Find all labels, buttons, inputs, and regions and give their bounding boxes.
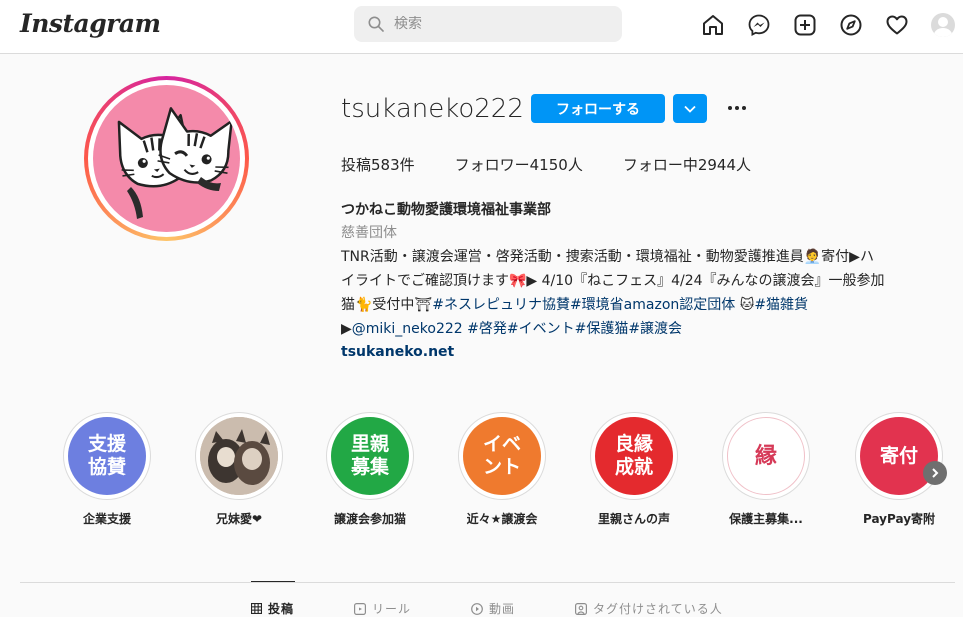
highlight-label: 近々★譲渡会 xyxy=(466,512,538,526)
bio-hashtag[interactable]: #猫雑貨 xyxy=(754,297,808,313)
cats-photo-cover xyxy=(200,417,278,495)
cat-logo-image xyxy=(93,85,240,232)
bio-mentions-hashtags[interactable]: @miki_neko222 #啓発#イベント#保護猫#譲渡会 xyxy=(352,321,682,337)
highlight-label: 譲渡会参加猫 xyxy=(333,512,406,526)
chevron-right-icon xyxy=(932,468,939,478)
highlight-cover: 縁 xyxy=(727,417,805,495)
highlight-cover: イベ ント xyxy=(463,417,541,495)
tab-posts[interactable]: 投稿 xyxy=(251,600,294,617)
profile-bio: TNR活動・譲渡会運営・啓発活動・捜索活動・環境福祉・動物愛護推進員🧑‍💼寄付▶… xyxy=(341,245,959,341)
highlight-label: 兄妹愛❤ xyxy=(215,512,263,526)
highlight-item[interactable]: 良縁 成就 里親さんの声 xyxy=(589,412,679,527)
bio-text-segment: 猫🐈受付中⛩ xyxy=(341,297,433,313)
profile-tabs: 投稿 リール 動画 タグ付けされている人 xyxy=(251,600,783,617)
highlight-cover: 寄付 xyxy=(860,417,938,495)
highlight-item[interactable]: 縁 保護主募集... xyxy=(721,412,811,527)
highlight-cover: 里親 募集 xyxy=(331,417,409,495)
video-icon xyxy=(471,602,483,615)
bio-text-segment: 🐱 xyxy=(735,297,755,313)
profile-stats: 投稿583件 フォロワー4150人 フォロー中2944人 xyxy=(341,154,791,175)
profile-category: 慈善団体 xyxy=(341,225,397,241)
posts-count: 投稿583件 xyxy=(341,156,415,174)
followers-count[interactable]: フォロワー4150人 xyxy=(455,154,583,175)
active-tab-indicator xyxy=(251,581,295,582)
highlight-item[interactable]: 里親 募集 譲渡会参加猫 xyxy=(325,412,415,527)
reels-icon xyxy=(354,602,367,615)
profile-picture[interactable] xyxy=(84,76,249,241)
tab-label: 投稿 xyxy=(268,602,295,616)
bio-text-segment: ▶ xyxy=(341,321,352,337)
dot-icon xyxy=(742,106,746,110)
suggested-accounts-dropdown-button[interactable] xyxy=(673,94,707,123)
highlight-item[interactable]: 支援 協賛 企業支援 xyxy=(62,412,152,527)
highlight-item[interactable]: 兄妹愛❤ xyxy=(194,412,284,527)
bio-line: ▶@miki_neko222 #啓発#イベント#保護猫#譲渡会 xyxy=(341,317,959,341)
heart-icon[interactable] xyxy=(884,12,910,38)
story-highlights: 支援 協賛 企業支援 兄妹愛❤ 里親 募集 譲渡会参加猫 イベ ント 近々★譲渡会 良… xyxy=(62,412,962,532)
highlight-label: 里親さんの声 xyxy=(597,512,670,526)
search-input[interactable] xyxy=(394,16,594,32)
instagram-logo[interactable]: Instagram xyxy=(20,9,161,38)
grid-icon xyxy=(251,603,262,614)
more-options-button[interactable] xyxy=(722,96,752,120)
dot-icon xyxy=(735,106,739,110)
explore-icon[interactable] xyxy=(838,12,864,38)
chevron-down-icon xyxy=(684,105,696,113)
tagged-icon xyxy=(575,602,588,615)
tab-reels[interactable]: リール xyxy=(354,600,411,617)
profile-avatar-icon[interactable] xyxy=(930,12,956,38)
tab-label: リール xyxy=(372,602,412,616)
tab-tagged[interactable]: タグ付けされている人 xyxy=(575,600,723,617)
highlight-label: PayPay寄附 xyxy=(862,512,936,526)
search-box[interactable] xyxy=(354,6,622,42)
home-icon[interactable] xyxy=(700,12,726,38)
highlight-item[interactable]: イベ ント 近々★譲渡会 xyxy=(457,412,547,527)
bio-line: TNR活動・譲渡会運営・啓発活動・捜索活動・環境福祉・動物愛護推進員🧑‍💼寄付▶… xyxy=(341,249,874,265)
tab-label: タグ付けされている人 xyxy=(593,602,723,616)
top-navigation-bar: Instagram xyxy=(0,0,963,54)
tabs-divider xyxy=(20,582,955,583)
profile-display-name: つかねこ動物愛護環境福祉事業部 xyxy=(341,202,551,218)
tab-label: 動画 xyxy=(489,602,516,616)
profile-username: tsukaneko222 xyxy=(341,94,524,124)
tab-videos[interactable]: 動画 xyxy=(471,600,515,617)
bio-hashtags[interactable]: #ネスレピュリナ協賛#環境省amazon認定団体 xyxy=(432,297,735,313)
messenger-icon[interactable] xyxy=(746,12,772,38)
dot-icon xyxy=(728,106,732,110)
profile-website-link[interactable]: tsukaneko.net xyxy=(341,344,454,360)
search-icon xyxy=(368,16,384,32)
highlight-cover: 良縁 成就 xyxy=(595,417,673,495)
highlight-label: 企業支援 xyxy=(82,512,131,526)
highlight-cover: 支援 協賛 xyxy=(68,417,146,495)
follow-button[interactable]: フォローする xyxy=(531,94,665,123)
highlights-next-button[interactable] xyxy=(923,461,947,485)
nav-icons xyxy=(700,12,956,38)
bio-line: イライトでご確認頂けます🎀▶ 4/10『ねこフェス』4/24『みんなの譲渡会』一… xyxy=(341,273,885,289)
new-post-icon[interactable] xyxy=(792,12,818,38)
highlight-label: 保護主募集... xyxy=(729,512,803,526)
following-count[interactable]: フォロー中2944人 xyxy=(623,154,751,175)
bio-line: 猫🐈受付中⛩#ネスレピュリナ協賛#環境省amazon認定団体 🐱#猫雑貨 xyxy=(341,293,959,317)
